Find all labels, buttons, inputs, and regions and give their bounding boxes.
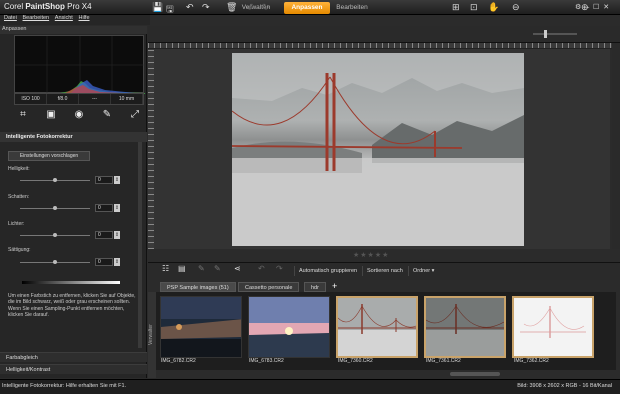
auto-group-button[interactable]: Automatisch gruppieren bbox=[294, 266, 361, 276]
zoom-slider[interactable] bbox=[533, 33, 577, 35]
highlights-knob[interactable] bbox=[53, 233, 57, 237]
thumbnail-selected[interactable] bbox=[336, 296, 418, 358]
thumbnail-selected[interactable] bbox=[424, 296, 506, 358]
thumbnail-label: IMG_6782.CR2 bbox=[161, 358, 196, 364]
tag-icon[interactable]: ✎ bbox=[198, 264, 205, 273]
zoom-out-icon[interactable]: ⊖ bbox=[512, 2, 520, 13]
suggest-settings-button[interactable]: Einstellungen vorschlagen bbox=[8, 151, 90, 161]
brightness-value[interactable]: 0 bbox=[95, 176, 113, 184]
panel-scrollbar[interactable] bbox=[138, 142, 142, 348]
exif-aperture: f/8.0 bbox=[47, 94, 79, 104]
saturation-slider[interactable] bbox=[20, 260, 90, 264]
exif-info: ISO 100 f/8.0 --- 10 mm bbox=[14, 93, 144, 105]
photo-fix-icon[interactable]: ▣ bbox=[42, 108, 60, 122]
highlights-slider[interactable] bbox=[20, 233, 90, 237]
status-help: Intelligente Fotokorrektur: Hilfe erhalt… bbox=[2, 383, 127, 389]
saturation-knob[interactable] bbox=[53, 260, 57, 264]
highlights-label: Lichter: bbox=[8, 221, 25, 227]
saturation-value[interactable]: 0 bbox=[95, 258, 113, 266]
thumbnail-label: IMG_6783.CR2 bbox=[249, 358, 284, 364]
rating-stars[interactable]: ★★★★★ bbox=[353, 251, 389, 259]
menu-view[interactable]: Ansicht bbox=[55, 15, 73, 21]
save-icon[interactable]: 💾 bbox=[152, 2, 163, 13]
shadows-value[interactable]: 0 bbox=[95, 204, 113, 212]
brightness-label: Helligkeit: bbox=[8, 166, 30, 172]
saturation-spin[interactable]: ⇕ bbox=[114, 258, 120, 266]
straighten-icon[interactable]: ⤢ bbox=[126, 108, 144, 122]
exif-iso: ISO 100 bbox=[15, 94, 47, 104]
edit-icon[interactable]: ✎ bbox=[214, 264, 221, 273]
shadows-slider[interactable] bbox=[20, 206, 90, 210]
redo-icon[interactable]: ↻ bbox=[262, 2, 270, 13]
tab-adjust[interactable]: Anpassen bbox=[284, 2, 330, 14]
help-hint: Um einen Farbstich zu entfernen, klicken… bbox=[8, 293, 136, 319]
brush-icon[interactable]: ✎ bbox=[98, 108, 116, 122]
thumbnail-label: IMG_7362.CR2 bbox=[514, 358, 549, 364]
fit-icon[interactable]: ⊞ bbox=[452, 2, 460, 13]
shadows-label: Schatten: bbox=[8, 194, 30, 200]
section-smart-photo-fix[interactable]: Intelligente Fotokorrektur bbox=[0, 132, 147, 142]
exif-focal: 10 mm bbox=[111, 94, 143, 104]
thumbnail-selected[interactable] bbox=[512, 296, 594, 358]
red-eye-icon[interactable]: ◉ bbox=[70, 108, 88, 122]
view-icon[interactable]: ☷ bbox=[162, 264, 169, 273]
canvas-scrollbar[interactable] bbox=[612, 43, 620, 249]
delete-icon[interactable]: 🗑 bbox=[226, 2, 237, 13]
thumbnail-scrollbar[interactable] bbox=[450, 372, 500, 376]
rotate-left-icon[interactable]: ↶ bbox=[186, 2, 194, 13]
zoom-knob[interactable] bbox=[544, 30, 547, 38]
tab-hdr[interactable]: hdr bbox=[304, 282, 326, 292]
quick-tools: ⌗ ▣ ◉ ✎ ⤢ bbox=[14, 108, 144, 124]
rotate-right-small-icon[interactable]: ↷ bbox=[276, 264, 283, 273]
panel-title: Anpassen bbox=[0, 26, 147, 34]
zoom-in-icon[interactable]: ⊕ bbox=[581, 2, 589, 13]
folder-button[interactable]: Ordner ▾ bbox=[408, 266, 438, 276]
pan-icon[interactable]: ✋ bbox=[488, 2, 499, 13]
highlights-value[interactable]: 0 bbox=[95, 231, 113, 239]
section-brightness-contrast[interactable]: Helligkeit/Kontrast bbox=[0, 364, 147, 374]
menu-help[interactable]: Hilfe bbox=[79, 15, 90, 21]
menu-bar: Datei Bearbeiten Ansicht Hilfe bbox=[0, 15, 150, 25]
tab-sample-images[interactable]: PSP Sample images (51) bbox=[160, 282, 236, 292]
thumbnail-label: IMG_7360.CR2 bbox=[338, 358, 373, 364]
tab-manage[interactable]: Verwalten bbox=[230, 2, 282, 14]
tab-edit[interactable]: Bearbeiten bbox=[332, 2, 372, 14]
save-as-icon[interactable]: 🖫 bbox=[166, 2, 174, 18]
add-tab-icon[interactable]: + bbox=[332, 281, 337, 291]
section-color-balance[interactable]: Farbabgleich bbox=[0, 352, 147, 362]
saturation-label: Sättigung: bbox=[8, 247, 31, 253]
shadows-knob[interactable] bbox=[53, 206, 57, 210]
histogram bbox=[14, 35, 145, 94]
crop-icon[interactable]: ⌗ bbox=[14, 108, 32, 122]
brightness-spin[interactable]: ⇕ bbox=[114, 176, 120, 184]
thumbnail[interactable] bbox=[248, 296, 330, 358]
menu-edit[interactable]: Bearbeiten bbox=[23, 15, 50, 21]
actual-size-icon[interactable]: ⊡ bbox=[470, 2, 478, 13]
brightness-slider[interactable] bbox=[20, 178, 90, 182]
sort-by-button[interactable]: Sortieren nach bbox=[362, 266, 407, 276]
details-icon[interactable]: ▤ bbox=[178, 264, 186, 273]
tab-personal-tray[interactable]: Cassetto personale bbox=[238, 282, 300, 292]
rotate-right-icon[interactable]: ↷ bbox=[202, 2, 210, 13]
tone-gradient[interactable] bbox=[22, 281, 120, 284]
status-bar: Intelligente Fotokorrektur: Hilfe erhalt… bbox=[0, 379, 620, 394]
thumbnail[interactable] bbox=[160, 296, 242, 358]
menu-file[interactable]: Datei bbox=[4, 15, 17, 21]
undo-icon[interactable]: ↺ bbox=[246, 2, 254, 13]
share-icon[interactable]: ⋖ bbox=[234, 264, 241, 273]
rotate-left-small-icon[interactable]: ↶ bbox=[258, 264, 265, 273]
highlights-spin[interactable]: ⇕ bbox=[114, 231, 120, 239]
organizer-side-tab[interactable]: Verwalter bbox=[148, 292, 156, 378]
thumbnail-label: IMG_7361.CR2 bbox=[426, 358, 461, 364]
shadows-spin[interactable]: ⇕ bbox=[114, 204, 120, 212]
photo-preview[interactable] bbox=[232, 53, 524, 246]
exif-shutter: --- bbox=[79, 94, 111, 104]
brightness-knob[interactable] bbox=[53, 178, 57, 182]
status-image-info: Bild: 3908 x 2602 x RGB - 16 Bit/Kanal bbox=[517, 383, 612, 389]
app-title: Corel PaintShop Pro X4 bbox=[4, 2, 92, 11]
